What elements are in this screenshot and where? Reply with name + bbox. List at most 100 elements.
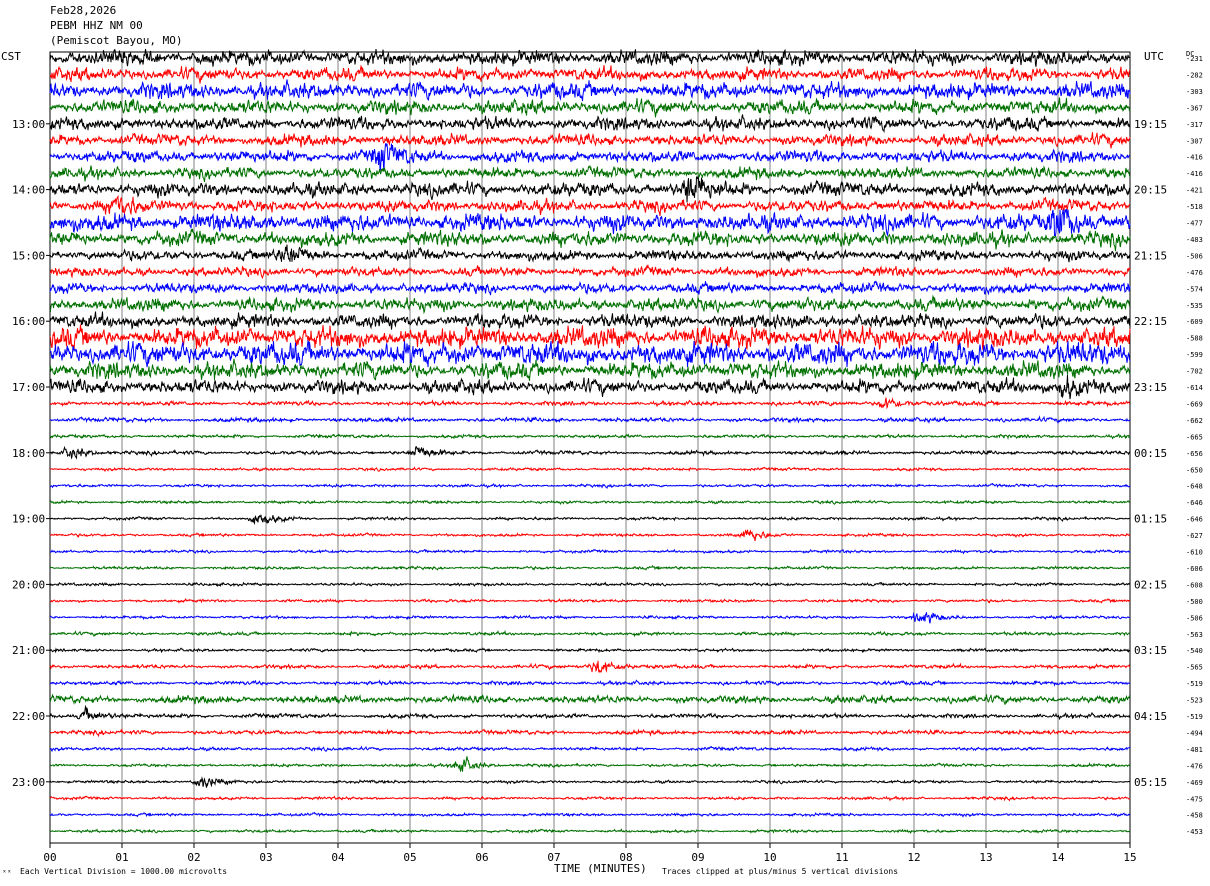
seismic-trace <box>49 263 1131 280</box>
dc-offset-label: -646 <box>1186 516 1203 524</box>
seismic-trace <box>49 228 1131 252</box>
dc-offset-label: -646 <box>1186 499 1203 507</box>
x-tick-label: 10 <box>763 851 776 864</box>
left-hour-label: 17:00 <box>12 381 45 394</box>
dc-offset-label: -500 <box>1186 598 1203 606</box>
dc-offset-label: -610 <box>1186 549 1203 557</box>
scale-note: Each Vertical Division = 1000.00 microvo… <box>20 867 228 876</box>
location-label: (Pemiscot Bayou, MO) <box>50 34 183 47</box>
date-label: Feb28,2026 <box>50 4 117 17</box>
right-hour-label: 20:15 <box>1134 184 1167 197</box>
x-tick-label: 03 <box>259 851 272 864</box>
right-timezone-label: UTC <box>1144 50 1164 63</box>
dc-offset-label: -416 <box>1186 170 1203 178</box>
x-tick-label: 02 <box>187 851 200 864</box>
seismic-trace <box>49 165 1131 183</box>
dc-offset-label: -588 <box>1186 335 1203 343</box>
x-tick-label: 05 <box>403 851 416 864</box>
seismic-trace <box>49 728 1131 738</box>
seismic-trace <box>49 132 1131 149</box>
seismic-trace <box>49 629 1131 638</box>
left-hour-label: 22:00 <box>12 710 45 723</box>
x-tick-label: 09 <box>691 851 704 864</box>
dc-offset-label: -565 <box>1186 664 1203 672</box>
dc-offset-label: -656 <box>1186 450 1203 458</box>
dc-offset-label: -367 <box>1186 104 1203 112</box>
seismic-trace <box>49 324 1131 351</box>
seismic-trace <box>49 745 1131 753</box>
dc-offset-label: -477 <box>1186 220 1203 228</box>
x-tick-label: 04 <box>331 851 345 864</box>
dc-offset-label: -469 <box>1186 779 1203 787</box>
dc-offset-label: -481 <box>1186 746 1203 754</box>
dc-offset-label: -665 <box>1186 433 1203 441</box>
right-hour-label: 02:15 <box>1134 578 1167 591</box>
station-label: PEBM HHZ NM 00 <box>50 19 143 32</box>
dc-offset-label: -608 <box>1186 581 1203 589</box>
x-tick-label: 11 <box>835 851 848 864</box>
seismic-trace <box>49 581 1131 588</box>
seismic-trace <box>49 97 1131 118</box>
seismic-trace <box>49 176 1131 203</box>
dc-offset-label: -523 <box>1186 697 1203 705</box>
left-hour-label: 13:00 <box>12 118 45 131</box>
seismic-trace <box>50 548 1131 555</box>
seismic-trace <box>49 660 1131 674</box>
dc-offset-label: -307 <box>1186 137 1203 145</box>
seismic-trace <box>49 499 1131 506</box>
seismic-trace <box>49 693 1131 705</box>
left-hour-label: 19:00 <box>12 513 45 526</box>
dc-offset-label: -483 <box>1186 236 1203 244</box>
seismic-trace <box>50 795 1131 802</box>
x-tick-label: 00 <box>43 851 56 864</box>
left-hour-label: 21:00 <box>12 644 45 657</box>
seismic-trace <box>49 466 1131 472</box>
dc-offset-label: -606 <box>1186 565 1203 573</box>
dc-offset-label: -535 <box>1186 302 1203 310</box>
dc-offset-label: -599 <box>1186 351 1203 359</box>
seismic-trace <box>49 529 1131 542</box>
left-timezone-label: CST <box>1 50 21 63</box>
x-tick-label: 13 <box>979 851 992 864</box>
dc-offset-label: -648 <box>1186 483 1203 491</box>
x-tick-label: 14 <box>1051 851 1065 864</box>
dc-offset-label: -453 <box>1186 828 1203 836</box>
dc-offset-label: -518 <box>1186 203 1203 211</box>
dc-offset-label: -282 <box>1186 71 1203 79</box>
seismic-trace <box>49 811 1131 818</box>
seismic-trace <box>49 311 1131 330</box>
seismic-trace <box>49 209 1131 236</box>
seismic-trace <box>49 828 1131 835</box>
dc-offset-label: -609 <box>1186 318 1203 326</box>
dc-offset-label: -519 <box>1186 680 1203 688</box>
dc-offset-label: -476 <box>1186 762 1203 770</box>
seismic-trace <box>49 776 1131 788</box>
left-hour-label: 14:00 <box>12 184 45 197</box>
left-hour-label: 18:00 <box>12 447 45 460</box>
helicorder-plot: 00 01 02 03 04 05 06 07 08 09 10 11 12 13 14 15-231-282… <box>12 48 1203 864</box>
left-hour-label: 23:00 <box>12 776 45 789</box>
seismic-trace <box>49 433 1131 440</box>
seismic-trace <box>49 374 1131 400</box>
left-hour-label: 15:00 <box>12 249 45 262</box>
right-hour-label: 21:15 <box>1134 249 1167 262</box>
dc-offset-label: -421 <box>1186 187 1203 195</box>
seismic-trace <box>49 79 1131 102</box>
dc-offset-label: -416 <box>1186 154 1203 162</box>
dc-offset-label: -574 <box>1186 285 1203 293</box>
dc-offset-label: -506 <box>1186 614 1203 622</box>
seismic-trace <box>49 564 1131 571</box>
corner-mark: ˣˣ <box>2 868 12 877</box>
right-hour-label: 23:15 <box>1134 381 1167 394</box>
dc-offset-label: -662 <box>1186 417 1203 425</box>
clip-note: Traces clipped at plus/minus 5 vertical … <box>662 867 899 876</box>
x-axis-title: TIME (MINUTES) <box>554 862 647 875</box>
right-hour-label: 05:15 <box>1134 776 1167 789</box>
left-hour-label: 16:00 <box>12 315 45 328</box>
seismic-trace <box>49 704 1131 721</box>
right-hour-label: 22:15 <box>1134 315 1167 328</box>
seismic-trace <box>49 612 1131 624</box>
right-hour-label: 04:15 <box>1134 710 1167 723</box>
x-tick-label: 01 <box>115 851 128 864</box>
dc-offset-label: -476 <box>1186 269 1203 277</box>
